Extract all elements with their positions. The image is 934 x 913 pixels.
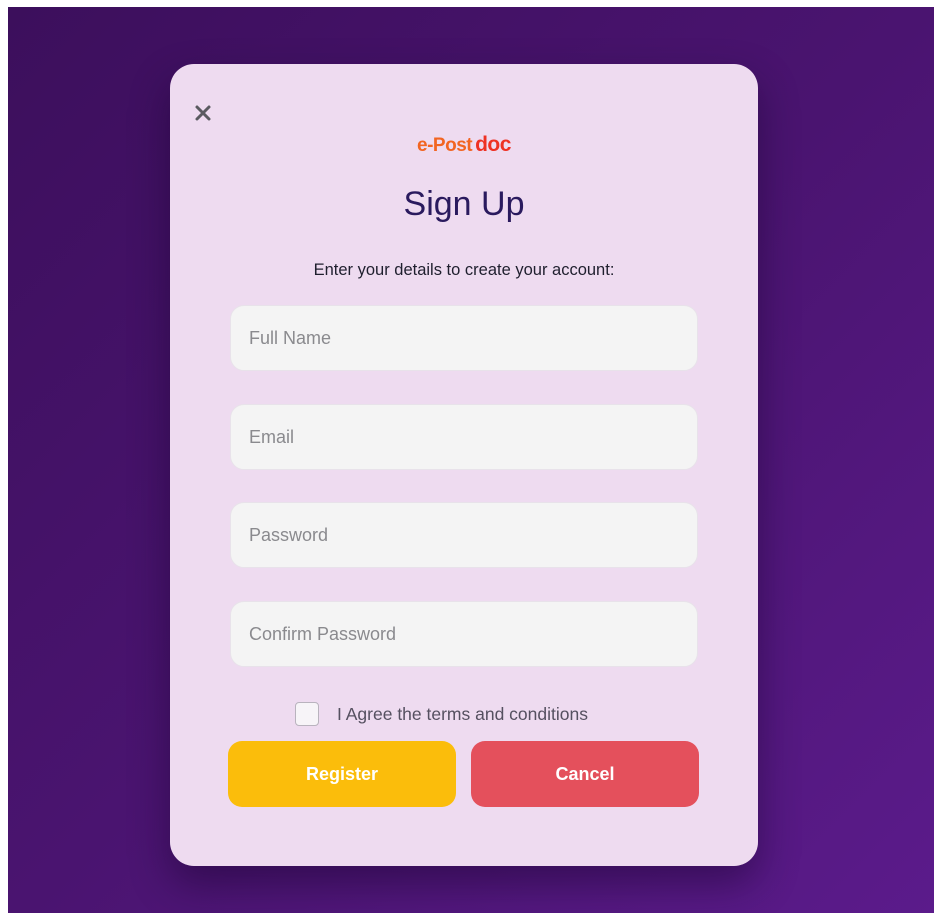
signup-modal: e-Post doc Sign Up Enter your details to … (170, 64, 758, 866)
confirm-password-input[interactable] (230, 601, 698, 667)
full-name-input[interactable] (230, 305, 698, 371)
form-instructions: Enter your details to create your accoun… (313, 261, 615, 279)
logo-text-primary: e-Post (417, 135, 473, 156)
terms-agreement: I Agree the terms and conditions (295, 701, 588, 727)
brand-logo: e-Post doc (170, 134, 758, 157)
password-input[interactable] (230, 502, 698, 568)
close-icon[interactable] (192, 102, 214, 124)
cancel-button[interactable]: Cancel (471, 741, 699, 807)
register-button[interactable]: Register (228, 741, 456, 807)
terms-label[interactable]: I Agree the terms and conditions (337, 704, 588, 725)
page-title: Sign Up (403, 185, 525, 223)
logo-text-secondary: doc (475, 133, 511, 156)
email-input[interactable] (230, 404, 698, 470)
terms-checkbox[interactable] (295, 702, 319, 726)
